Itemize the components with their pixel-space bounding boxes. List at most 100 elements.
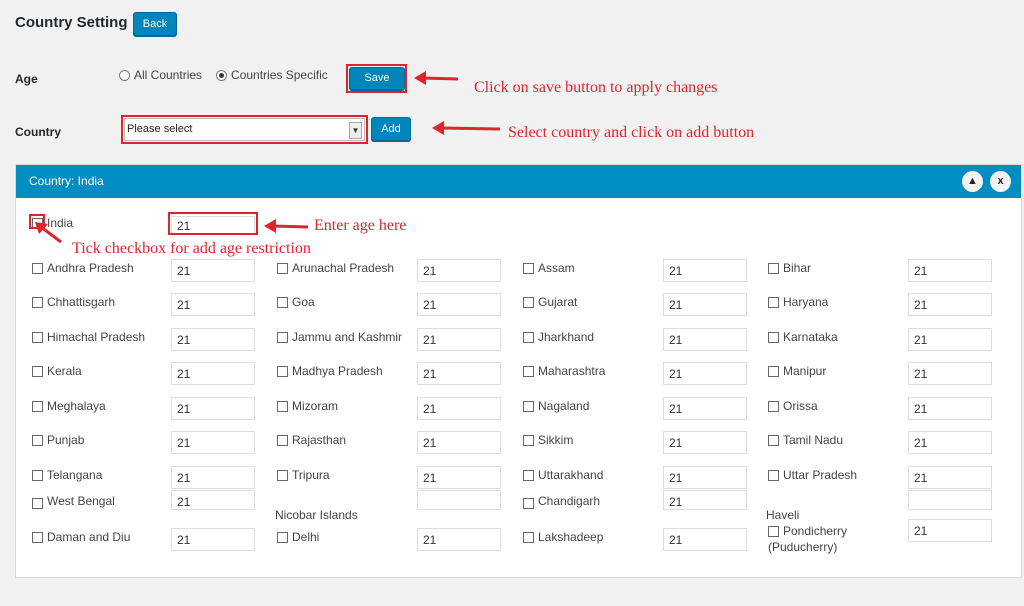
save-highlight [346,64,407,93]
nicobar-islands-label: Nicobar Islands [275,508,358,522]
tamil-nadu-age-input[interactable]: 21 [908,431,992,454]
chhattisgarh-age-input[interactable]: 21 [171,293,255,316]
punjab-checkbox[interactable] [32,435,43,446]
gujarat-checkbox[interactable] [523,297,534,308]
assam-checkbox[interactable] [523,263,534,274]
add-button[interactable]: Add [371,117,411,141]
madhya-pradesh-age-input[interactable]: 21 [417,362,501,385]
west-bengal-age-input[interactable]: 21 [171,490,255,510]
assam-age-input[interactable]: 21 [663,259,747,282]
lakshadeep-checkbox[interactable] [523,532,534,543]
collapse-icon[interactable]: ▲ [962,171,983,192]
tamil-nadu-checkbox[interactable] [768,435,779,446]
radio-all-countries-label[interactable]: All Countries [134,68,202,82]
karnataka-label: Karnataka [783,330,838,344]
panel-title: Country: India [29,174,104,188]
karnataka-age-input[interactable]: 21 [908,328,992,351]
tripura-label: Tripura [292,468,330,482]
madhya-pradesh-label: Madhya Pradesh [292,364,383,378]
delhi-age-input[interactable]: 21 [417,528,501,551]
delhi-checkbox[interactable] [277,532,288,543]
kerala-checkbox[interactable] [32,366,43,377]
manipur-checkbox[interactable] [768,366,779,377]
kerala-age-input[interactable]: 21 [171,362,255,385]
telangana-checkbox[interactable] [32,470,43,481]
haryana-checkbox[interactable] [768,297,779,308]
himachal-pradesh-checkbox[interactable] [32,332,43,343]
nagaland-age-input[interactable]: 21 [663,397,747,420]
rajasthan-age-input[interactable]: 21 [417,431,501,454]
mizoram-checkbox[interactable] [277,401,288,412]
back-button[interactable]: Back [133,12,177,36]
uttar-pradesh-label: Uttar Pradesh [783,468,858,482]
daman-and-diu-label: Daman and Diu [47,530,131,544]
radio-all-countries[interactable] [119,69,130,81]
uttarakhand-age-input[interactable]: 21 [663,466,747,489]
chhattisgarh-label: Chhattisgarh [47,295,116,309]
mizoram-age-input[interactable]: 21 [417,397,501,420]
page-title: Country Setting [15,14,128,31]
radio-countries-specific[interactable] [216,69,228,81]
arunachal-pradesh-checkbox[interactable] [277,263,288,274]
gujarat-age-input[interactable]: 21 [663,293,747,316]
orissa-age-input[interactable]: 21 [908,397,992,420]
meghalaya-checkbox[interactable] [32,401,43,412]
telangana-age-input[interactable]: 21 [171,466,255,489]
bihar-age-input[interactable]: 21 [908,259,992,282]
karnataka-checkbox[interactable] [768,332,779,343]
arunachal-pradesh-age-input[interactable]: 21 [417,259,501,282]
sikkim-checkbox[interactable] [523,435,534,446]
nicobar-islands-age-input[interactable] [417,490,501,510]
kerala-label: Kerala [47,364,82,378]
west-bengal-checkbox[interactable] [32,498,43,509]
punjab-age-input[interactable]: 21 [171,431,255,454]
uttar-pradesh-checkbox[interactable] [768,470,779,481]
andhra-pradesh-age-input[interactable]: 21 [171,259,255,282]
goa-age-input[interactable]: 21 [417,293,501,316]
orissa-checkbox[interactable] [768,401,779,412]
tripura-age-input[interactable]: 21 [417,466,501,489]
jharkhand-age-input[interactable]: 21 [663,328,747,351]
jammu-and-kashmir-checkbox[interactable] [277,332,288,343]
haveli-age-input[interactable] [908,490,992,510]
pondicherry-puducherry-age-input[interactable]: 21 [908,519,992,542]
maharashtra-label: Maharashtra [538,364,606,378]
bihar-checkbox[interactable] [768,263,779,274]
chandigarh-age-input[interactable]: 21 [663,490,747,510]
west-bengal-label: West Bengal [47,494,115,508]
age-radio-group: All Countries Countries Specific [119,68,328,82]
chandigarh-checkbox[interactable] [523,498,534,509]
manipur-label: Manipur [783,364,827,378]
age-input-highlight [168,212,258,235]
meghalaya-age-input[interactable]: 21 [171,397,255,420]
radio-countries-specific-label[interactable]: Countries Specific [231,68,328,82]
nagaland-checkbox[interactable] [523,401,534,412]
sikkim-age-input[interactable]: 21 [663,431,747,454]
age-arrow-icon [264,219,309,233]
haryana-age-input[interactable]: 21 [908,293,992,316]
andhra-pradesh-checkbox[interactable] [32,263,43,274]
tripura-checkbox[interactable] [277,470,288,481]
goa-checkbox[interactable] [277,297,288,308]
chhattisgarh-checkbox[interactable] [32,297,43,308]
select-highlight [121,115,368,144]
lakshadeep-age-input[interactable]: 21 [663,528,747,551]
jammu-and-kashmir-age-input[interactable]: 21 [417,328,501,351]
country-label: Country [15,125,61,139]
uttar-pradesh-age-input[interactable]: 21 [908,466,992,489]
close-icon[interactable]: x [990,171,1011,192]
manipur-age-input[interactable]: 21 [908,362,992,385]
daman-and-diu-checkbox[interactable] [32,532,43,543]
annotation-age: Enter age here [314,217,407,234]
rajasthan-checkbox[interactable] [277,435,288,446]
jharkhand-checkbox[interactable] [523,332,534,343]
maharashtra-checkbox[interactable] [523,366,534,377]
maharashtra-age-input[interactable]: 21 [663,362,747,385]
uttarakhand-checkbox[interactable] [523,470,534,481]
daman-and-diu-age-input[interactable]: 21 [171,528,255,551]
madhya-pradesh-checkbox[interactable] [277,366,288,377]
himachal-pradesh-age-input[interactable]: 21 [171,328,255,351]
tamil-nadu-label: Tamil Nadu [783,433,844,447]
punjab-label: Punjab [47,433,85,447]
himachal-pradesh-label: Himachal Pradesh [47,330,146,344]
